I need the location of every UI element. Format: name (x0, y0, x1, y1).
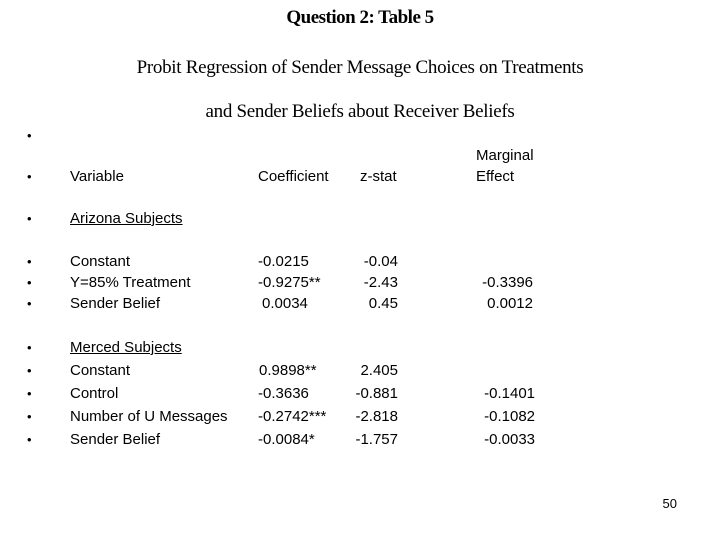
header-marginal-line1: Marginal (476, 147, 534, 164)
page-number: 50 (662, 496, 677, 511)
marginal-cell: 0.0012 (487, 295, 533, 312)
zstat-cell: -2.818 (355, 408, 398, 425)
zstat-cell: -2.43 (363, 274, 398, 291)
header-coefficient: Coefficient (258, 168, 329, 185)
bullet-icon: • (27, 296, 32, 311)
header-variable: Variable (70, 168, 124, 185)
marginal-cell: -0.1082 (484, 408, 535, 425)
table-caption-line-1: Probit Regression of Sender Message Choi… (136, 57, 584, 78)
bullet-icon: • (27, 432, 32, 447)
bullet-icon: • (27, 128, 32, 143)
bullet-icon: • (27, 254, 32, 269)
marginal-cell: -0.1401 (484, 385, 535, 402)
bullet-icon: • (27, 169, 32, 184)
header-zstat: z-stat (360, 168, 397, 185)
variable-cell: Sender Belief (70, 431, 161, 448)
group-heading: Merced Subjects (70, 339, 182, 356)
zstat-cell: -0.881 (355, 385, 398, 402)
bullet-icon: • (27, 211, 32, 226)
bullet-icon: • (27, 340, 32, 355)
variable-cell: Constant (70, 362, 131, 379)
coefficient-cell: -0.0215 (258, 253, 309, 270)
coefficient-cell: 0.0034 (262, 295, 308, 312)
coefficient-cell: -0.9275** (258, 274, 321, 291)
coefficient-cell: -0.0084* (258, 431, 315, 448)
zstat-cell: 2.405 (360, 362, 398, 379)
variable-cell: Control (70, 385, 119, 402)
zstat-cell: -1.757 (355, 431, 398, 448)
variable-cell: Y=85% Treatment (70, 274, 191, 291)
group-heading: Arizona Subjects (70, 210, 183, 227)
bullet-icon: • (27, 275, 32, 290)
marginal-cell: -0.3396 (482, 274, 533, 291)
variable-cell: Number of U Messages (70, 408, 228, 425)
zstat-cell: -0.04 (363, 253, 398, 270)
variable-cell: Constant (70, 253, 131, 270)
bullet-icon: • (27, 386, 32, 401)
table-caption-line-2: and Sender Beliefs about Receiver Belief… (205, 101, 515, 122)
marginal-cell: -0.0033 (484, 431, 535, 448)
coefficient-cell: -0.2742*** (258, 408, 327, 425)
header-marginal-line2: Effect (476, 168, 515, 185)
coefficient-cell: 0.9898** (259, 362, 317, 379)
bullet-icon: • (27, 409, 32, 424)
slide-title: Question 2: Table 5 (286, 7, 434, 28)
zstat-cell: 0.45 (368, 295, 398, 312)
bullet-icon: • (27, 363, 32, 378)
variable-cell: Sender Belief (70, 295, 161, 312)
coefficient-cell: -0.3636 (258, 385, 309, 402)
